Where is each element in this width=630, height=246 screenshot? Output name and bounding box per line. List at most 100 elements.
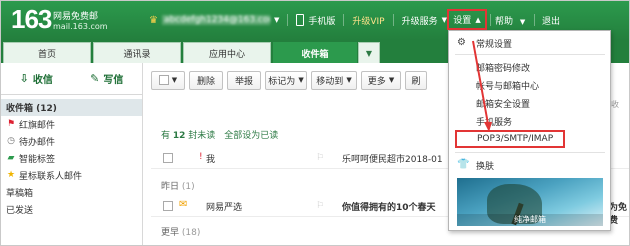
sidebar-item-starred[interactable]: ★ 星标联系人邮件 [1,167,142,184]
divider [534,14,535,26]
divider [287,14,289,26]
tab-contacts[interactable]: 通讯录 [93,42,181,63]
top-links: ♛ abcdefgh1234@163.com ▼ 手机版 升级VIP 升级服务 … [149,11,447,29]
chevron-down-icon: ▼ [388,76,395,84]
menu-item-security[interactable]: 邮箱安全设置 [449,94,610,112]
menu-item-account-center[interactable]: 帐号与邮箱中心 [449,76,610,94]
mark-as-label: 标记为 [268,76,296,87]
settings-button[interactable]: 设置 ▲ [447,9,487,30]
envelope-icon: ✉ [179,199,188,210]
divider [392,14,394,26]
star-icon: ★ [6,170,16,180]
delete-button[interactable]: 删除 [189,70,223,90]
sender: 网易严选 [206,203,243,213]
account-email[interactable]: abcdefgh1234@163.com [161,15,270,25]
logo-url: mail.163.com [53,22,108,31]
tab-app-center[interactable]: 应用中心 [183,42,271,63]
checkbox[interactable] [158,75,169,85]
group-count: (18) [181,228,201,238]
sidebar-item-label: 智能标签 [19,155,56,165]
group-header: 更早 (18) [161,225,200,238]
clock-icon: ◷ [7,136,15,146]
group-count: (1) [181,182,195,192]
move-to-label: 移动到 [316,76,344,87]
group-header: 昨日 (1) [161,179,195,192]
gear-icon: ⚙ [457,37,466,48]
unread-prefix: 有 [161,131,171,141]
mobile-link[interactable]: 手机版 [308,14,335,27]
logo-163[interactable]: 163 [11,6,52,32]
chevron-up-icon: ▲ [475,15,481,24]
phone-icon [296,14,305,26]
sidebar-item-todo[interactable]: ◷ 待办邮件 [1,133,142,150]
chevron-down-icon: ▼ [519,18,526,26]
move-to-button[interactable]: 移动到 ▼ [311,70,357,90]
tab-inbox[interactable]: 收件箱 [273,42,357,63]
more-button[interactable]: 更多 ▼ [361,70,401,90]
menu-item-label: 常规设置 [476,39,513,50]
theme-caption: 纯净邮箱 [457,214,603,226]
row-checkbox[interactable] [163,201,173,211]
flag-icon[interactable]: ⚐ [316,153,324,163]
sidebar-item-label: 待办邮件 [19,138,56,148]
select-all-button[interactable]: ▼ [151,70,185,90]
mark-as-button[interactable]: 标记为 ▼ [265,70,307,90]
receive-button[interactable]: ⇩ 收信 [1,71,72,86]
sidebar-item-inbox[interactable]: 收件箱 (12) [1,99,142,116]
upgrade-link[interactable]: 升级服务 [402,14,438,27]
subject: 乐呵呵便民超市2018-01 [342,155,443,165]
group-label: 更早 [161,228,180,238]
tab-more-button[interactable]: ▼ [358,42,380,63]
unread-count: 12 [172,131,186,141]
menu-item-label: 邮箱密码修改 [476,63,531,74]
mark-all-read-link[interactable]: 全部设为已读 [224,131,278,141]
compose-label: 写信 [103,75,124,86]
sidebar-item-label: 红旗邮件 [19,121,56,131]
subject-tail: 为免费 [609,203,628,226]
sidebar-item-sent[interactable]: 已发送 [1,201,142,218]
menu-item-label: 邮箱安全设置 [476,99,531,110]
tab-home[interactable]: 首页 [3,42,91,63]
crown-icon: ♛ [149,14,158,26]
mail-toolbar: ▼ 删除 举报 标记为 ▼ 移动到 ▼ 更多 ▼ 刷 [151,70,431,90]
theme-thumbnail[interactable]: 纯净邮箱 [457,178,603,226]
download-icon: ⇩ [19,72,29,85]
chevron-down-icon: ▼ [298,76,304,84]
menu-item-general-settings[interactable]: ⚙ 常规设置 [449,34,610,52]
menu-item-mobile-service[interactable]: 手机服务 [449,112,610,130]
compose-button[interactable]: ✎ 写信 [72,71,143,86]
vip-link[interactable]: 升级VIP [352,14,384,27]
report-button[interactable]: 举报 [227,70,261,90]
unread-suffix: 封未读 [188,131,216,141]
logout-link[interactable]: 退出 [542,14,560,27]
compose-icon: ✎ [90,72,100,85]
divider [343,14,345,26]
menu-item-password[interactable]: 邮箱密码修改 [449,58,610,76]
sender: 我 [206,155,216,165]
chevron-down-icon: ▼ [346,76,352,84]
red-flag-icon: ⚑ [6,119,16,129]
logo-title: 网易免费邮 [53,12,99,22]
refresh-button[interactable]: 刷 [405,70,427,90]
unread-summary: 有 12 封未读 全部设为已读 [161,128,278,141]
settings-dropdown: ⚙ 常规设置 邮箱密码修改 帐号与邮箱中心 邮箱安全设置 手机服务 POP3/S… [448,30,611,231]
sidebar-item-label: 已发送 [6,206,34,216]
tshirt-icon: 👕 [457,159,470,170]
sidebar-item-red-flag[interactable]: ⚑ 红旗邮件 [1,116,142,133]
chevron-down-icon[interactable]: ▼ [274,16,279,24]
help-link[interactable]: 帮助 ▼ [495,14,525,27]
row-checkbox[interactable] [163,153,173,163]
divider [455,54,605,55]
group-label: 昨日 [161,182,180,192]
receive-label: 收信 [32,75,53,86]
chevron-down-icon: ▼ [171,76,178,84]
compose-bar: ⇩ 收信 ✎ 写信 [1,63,142,95]
sidebar-item-label: 收件箱 (12) [6,104,57,114]
flag-icon[interactable]: ⚐ [316,201,324,211]
sidebar-item-smart-tags[interactable]: ▰ 智能标签 [1,150,142,167]
menu-item-skin[interactable]: 👕 换肤 [449,156,610,174]
menu-item-label: POP3/SMTP/IMAP [477,134,554,144]
sidebar-item-drafts[interactable]: 草稿箱 [1,184,142,201]
menu-item-pop3-smtp-imap[interactable]: POP3/SMTP/IMAP [455,130,565,148]
mail-window: 163 网易免费邮 mail.163.com ♛ abcdefgh1234@16… [0,0,630,246]
